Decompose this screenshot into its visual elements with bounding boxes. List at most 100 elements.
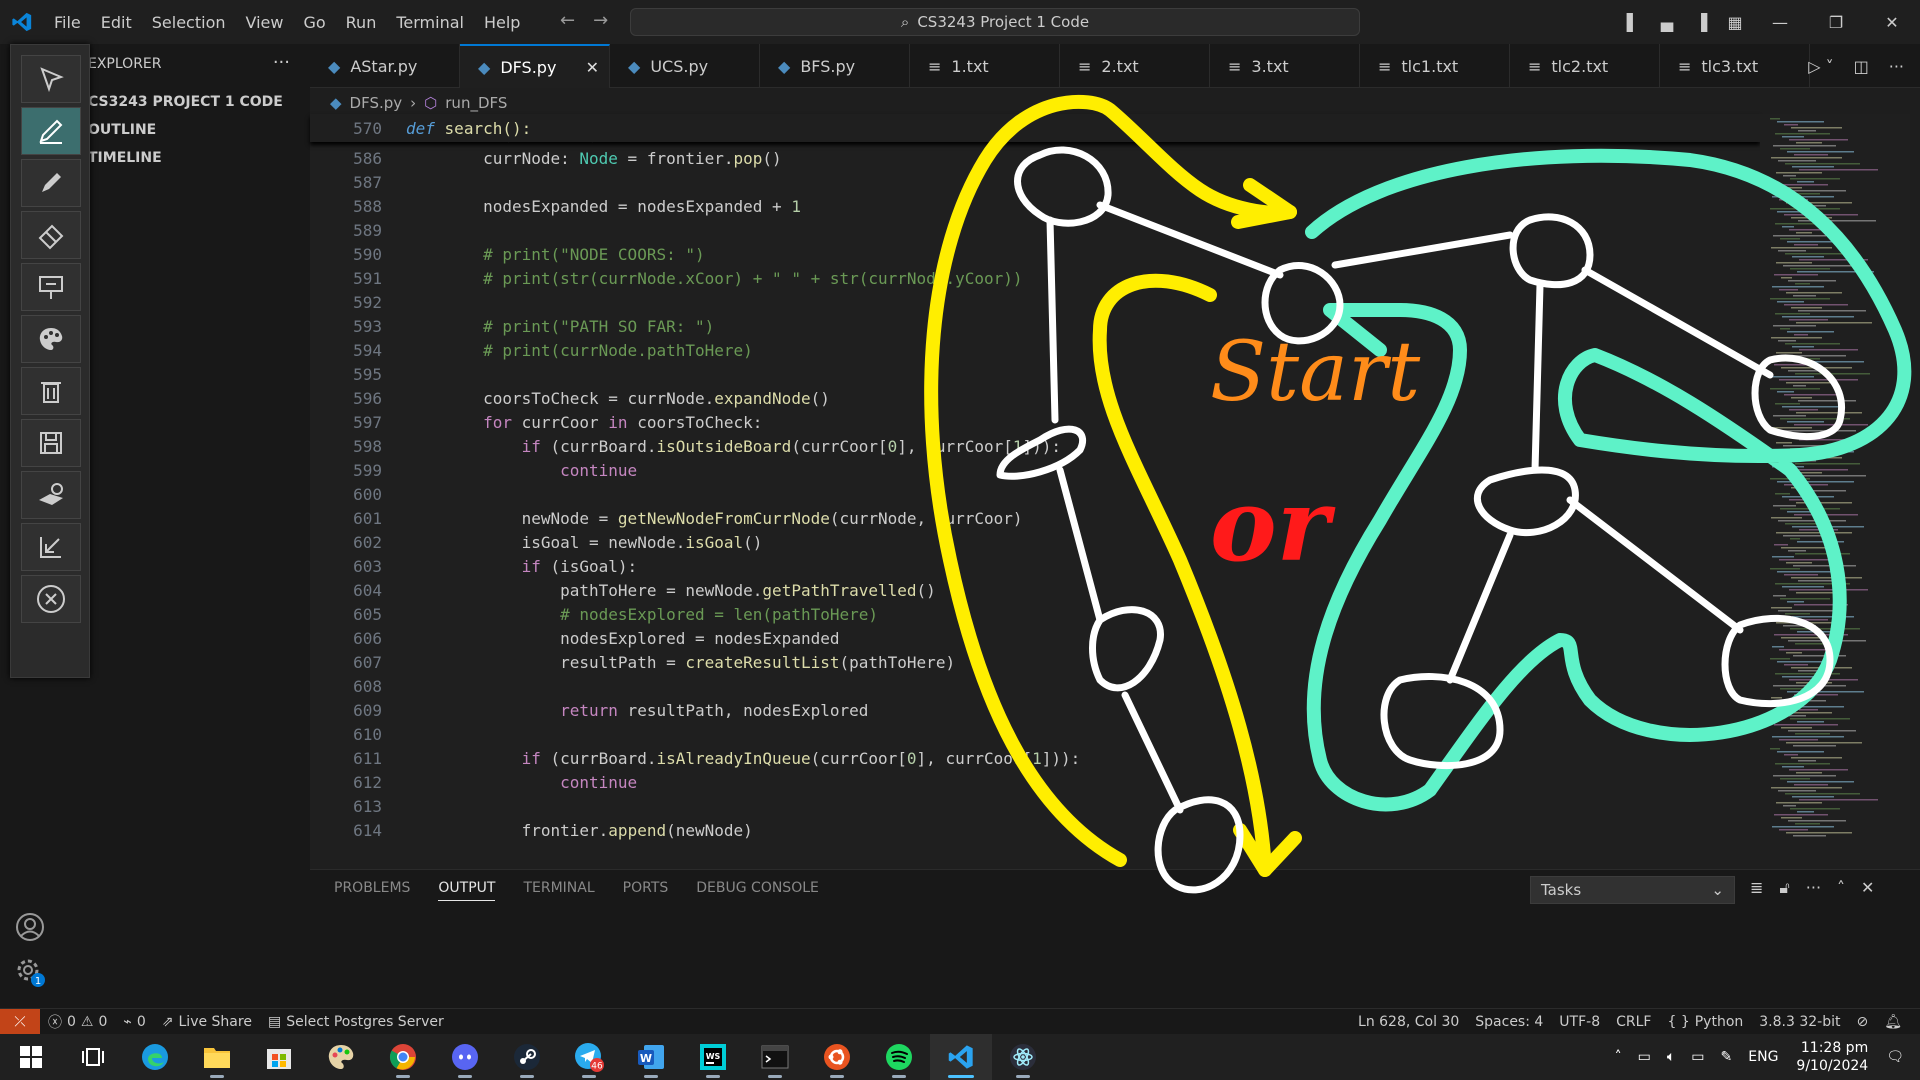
panel-tab-debug-console[interactable]: DEBUG CONSOLE (696, 880, 819, 901)
menu-selection[interactable]: Selection (142, 13, 236, 32)
file-explorer-icon[interactable] (186, 1034, 248, 1080)
code-line[interactable]: 587 (310, 170, 406, 194)
customize-layout-icon[interactable]: ▦ (1718, 0, 1752, 44)
code-line[interactable]: 592 (310, 290, 406, 314)
code-line[interactable]: 586 currNode: Node = frontier.pop() (310, 146, 782, 170)
windows-start-icon[interactable] (0, 1034, 62, 1080)
menu-terminal[interactable]: Terminal (386, 13, 474, 32)
highlighter-tool-icon[interactable] (21, 159, 81, 207)
command-center-search[interactable]: ⌕ CS3243 Project 1 Code (630, 8, 1360, 36)
microsoft-store-icon[interactable] (248, 1034, 310, 1080)
steam-icon[interactable] (496, 1034, 558, 1080)
color-palette-icon[interactable] (21, 315, 81, 363)
tab-3-txt[interactable]: ≡ 3.txt (1210, 44, 1360, 88)
code-line[interactable]: 607 resultPath = createResultList(pathTo… (310, 650, 955, 674)
code-line[interactable]: 601 newNode = getNewNodeFromCurrNode(cur… (310, 506, 1022, 530)
tab-bfs[interactable]: ◆ BFS.py (760, 44, 910, 88)
save-tool-icon[interactable] (21, 419, 81, 467)
code-line[interactable]: 599 continue (310, 458, 637, 482)
maximize-button[interactable]: ❐ (1808, 0, 1864, 44)
webstorm-icon[interactable]: WS (682, 1034, 744, 1080)
menu-file[interactable]: File (44, 13, 91, 32)
code-line[interactable]: 590 # print("NODE COORS: ") (310, 242, 705, 266)
pointer-tool-icon[interactable] (21, 55, 81, 103)
run-file-icon[interactable]: ▷ ˅ (1808, 57, 1833, 76)
tab-ucs[interactable]: ◆ UCS.py (610, 44, 760, 88)
panel-tab-output[interactable]: OUTPUT (438, 880, 496, 901)
sticky-scroll-line[interactable]: 570 def search(): (310, 114, 1760, 142)
code-line[interactable]: 604 pathToHere = newNode.getPathTravelle… (310, 578, 936, 602)
split-editor-icon[interactable]: ◫ (1854, 57, 1869, 76)
code-line[interactable]: 613 (310, 794, 406, 818)
ubuntu-icon[interactable] (806, 1034, 868, 1080)
menu-view[interactable]: View (236, 13, 294, 32)
menu-edit[interactable]: Edit (91, 13, 142, 32)
vscode-taskbar-icon[interactable] (930, 1034, 992, 1080)
code-line[interactable]: 598 if (currBoard.isOutsideBoard(currCoo… (310, 434, 1061, 458)
language-indicator[interactable]: ENG (1740, 1049, 1786, 1065)
word-icon[interactable]: W (620, 1034, 682, 1080)
toggle-secondary-sidebar-icon[interactable]: ▐ (1684, 0, 1718, 44)
collapse-toolbar-icon[interactable] (21, 523, 81, 571)
code-line[interactable]: 591 # print(str(currNode.xCoor) + " " + … (310, 266, 1022, 290)
forward-arrow-icon[interactable]: → (593, 10, 608, 31)
code-line[interactable]: 588 nodesExpanded = nodesExpanded + 1 (310, 194, 801, 218)
edge-icon[interactable] (124, 1034, 186, 1080)
code-line[interactable]: 595 (310, 362, 406, 386)
battery-icon[interactable]: ▭ (1630, 1049, 1659, 1065)
end-of-line[interactable]: CRLF (1608, 1014, 1659, 1030)
clock[interactable]: 11:28 pm 9/10/2024 (1786, 1039, 1878, 1075)
problems-status[interactable]: ⓧ 0 ⚠ 0 (40, 1012, 115, 1032)
more-actions-icon[interactable]: ··· (273, 52, 290, 73)
language-mode[interactable]: { } Python (1659, 1014, 1751, 1030)
code-line[interactable]: 597 for currCoor in coorsToCheck: (310, 410, 762, 434)
code-line[interactable]: 612 continue (310, 770, 637, 794)
code-editor[interactable]: 585 while (frontier):586 currNode: Node … (310, 114, 1760, 869)
panel-tab-ports[interactable]: PORTS (623, 880, 669, 901)
chrome-icon[interactable] (372, 1034, 434, 1080)
code-line[interactable]: 614 frontier.append(newNode) (310, 818, 753, 842)
python-interpreter[interactable]: 3.8.3 32-bit (1751, 1014, 1848, 1030)
close-tab-icon[interactable]: ✕ (586, 58, 599, 77)
clear-output-icon[interactable]: ≣ (1750, 878, 1763, 898)
code-line[interactable]: 605 # nodesExplored = len(pathToHere) (310, 602, 878, 626)
remote-indicator-icon[interactable]: ⤫ (0, 1008, 40, 1035)
code-line[interactable]: 600 (310, 482, 406, 506)
code-line[interactable]: 608 (310, 674, 406, 698)
tool-settings-icon[interactable] (21, 471, 81, 519)
monitor-icon[interactable]: ▭ (1683, 1049, 1712, 1065)
code-line[interactable]: 609 return resultPath, nodesExplored (310, 698, 868, 722)
close-window-button[interactable]: ✕ (1864, 0, 1920, 44)
pen-tool-icon[interactable] (21, 107, 81, 155)
manage-gear-icon[interactable]: 1 (0, 956, 60, 988)
more-panel-actions-icon[interactable]: ··· (1806, 878, 1821, 898)
trash-tool-icon[interactable] (21, 367, 81, 415)
minimap[interactable] (1760, 114, 1910, 869)
pen-icon[interactable]: ✎ (1713, 1049, 1741, 1065)
eraser-tool-icon[interactable] (21, 211, 81, 259)
more-tab-actions-icon[interactable]: ··· (1889, 57, 1904, 76)
close-drawing-icon[interactable] (21, 575, 81, 623)
postgres-status[interactable]: ▤ Select Postgres Server (260, 1014, 452, 1030)
notification-center-icon[interactable]: 🗨︎ (1878, 1049, 1920, 1065)
toggle-primary-sidebar-icon[interactable]: ▌ (1616, 0, 1650, 44)
breadcrumb-file[interactable]: DFS.py (350, 94, 403, 112)
panel-tab-problems[interactable]: PROBLEMS (334, 880, 410, 901)
vscode-logo-icon[interactable] (0, 0, 44, 44)
task-view-icon[interactable] (62, 1034, 124, 1080)
code-line[interactable]: 594 # print(currNode.pathToHere) (310, 338, 753, 362)
tab-astar[interactable]: ◆ AStar.py (310, 44, 460, 88)
menu-go[interactable]: Go (293, 13, 335, 32)
indentation[interactable]: Spaces: 4 (1467, 1014, 1551, 1030)
chevron-up-icon[interactable]: ˄ (1607, 1049, 1630, 1065)
electron-app-icon[interactable] (992, 1034, 1054, 1080)
code-line[interactable]: 606 nodesExplored = nodesExpanded (310, 626, 839, 650)
code-line[interactable]: 589 (310, 218, 406, 242)
tab-2-txt[interactable]: ≡ 2.txt (1060, 44, 1210, 88)
code-line[interactable]: 596 coorsToCheck = currNode.expandNode() (310, 386, 830, 410)
terminal-icon[interactable] (744, 1034, 806, 1080)
discord-icon[interactable] (434, 1034, 496, 1080)
code-line[interactable]: 602 isGoal = newNode.isGoal() (310, 530, 762, 554)
accounts-icon[interactable] (0, 912, 60, 942)
code-line[interactable]: 611 if (currBoard.isAlreadyInQueue(currC… (310, 746, 1080, 770)
